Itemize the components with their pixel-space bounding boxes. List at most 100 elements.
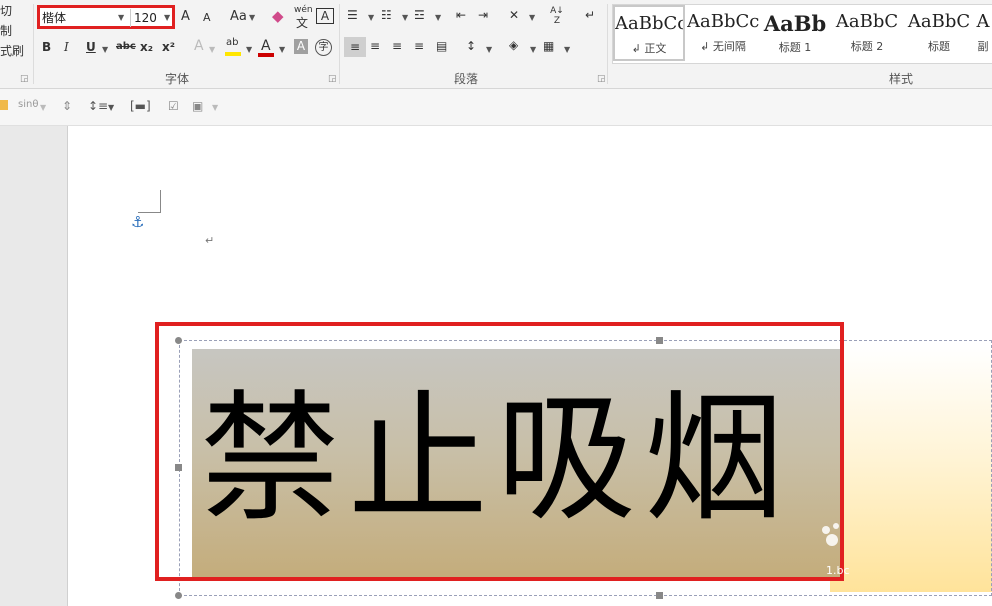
- picture-dropdown-icon[interactable]: ▼: [212, 103, 218, 112]
- line-spacing-quick-icon[interactable]: ↕≡: [88, 99, 108, 113]
- text-box-icon[interactable]: [▬]: [130, 99, 151, 113]
- resize-handle-top-left[interactable]: [175, 337, 182, 344]
- font-hint-label[interactable]: sinθ: [18, 99, 38, 110]
- phonetic-guide-icon: 文: [296, 16, 309, 30]
- underline-dropdown-icon[interactable]: ▼: [102, 45, 108, 54]
- character-border-button[interactable]: A: [316, 8, 334, 24]
- font-launcher-icon[interactable]: ◲: [328, 74, 337, 84]
- style-sample: AaBbC: [835, 11, 899, 32]
- watermark-text: 1.bc: [826, 564, 850, 577]
- font-color-dropdown-icon[interactable]: ▼: [279, 45, 285, 54]
- increase-indent-icon[interactable]: ⇥: [478, 8, 488, 22]
- multilevel-list-dropdown-icon[interactable]: ▼: [435, 13, 441, 22]
- style-sample: AaBbC: [907, 11, 971, 32]
- ribbon: 切 制 式刷 ◲ 楷体 ▼ 120 ▼ A A Aa ▼ ◆ wén 文 A B…: [0, 0, 992, 89]
- style-normal[interactable]: AaBbCcI ↲ 正文: [613, 5, 685, 61]
- font-group-label: 字体: [165, 72, 190, 86]
- chinese-layout-dropdown-icon[interactable]: ▼: [529, 13, 535, 22]
- font-color-bar: [258, 53, 274, 57]
- clear-formatting-icon[interactable]: ◆: [272, 7, 284, 25]
- underline-button[interactable]: U: [86, 40, 96, 54]
- multilevel-list-icon[interactable]: ☲: [414, 8, 425, 22]
- resize-handle-bottom-left[interactable]: [175, 592, 182, 599]
- italic-button[interactable]: I: [64, 40, 69, 54]
- shrink-font-button[interactable]: A: [203, 11, 211, 24]
- change-case-button[interactable]: Aa: [230, 9, 247, 24]
- paragraph-mark: ↵: [205, 234, 215, 247]
- red-highlight-box: [155, 322, 844, 581]
- margin-corner-mark: [138, 190, 161, 213]
- bullets-dropdown-icon[interactable]: ▼: [368, 13, 374, 22]
- numbering-icon[interactable]: ☷: [381, 8, 392, 22]
- strikethrough-button[interactable]: abc: [116, 41, 136, 52]
- line-spacing-dropdown-icon[interactable]: ▼: [486, 45, 492, 54]
- style-heading-1[interactable]: AaBb 标题 1: [759, 5, 831, 61]
- bullets-icon[interactable]: ☰: [347, 8, 358, 22]
- style-name: ↲ 无间隔: [700, 40, 746, 53]
- change-case-dropdown-icon[interactable]: ▼: [249, 13, 255, 22]
- chinese-layout-icon[interactable]: ✕: [509, 8, 519, 22]
- highlight-dropdown-icon[interactable]: ▼: [246, 45, 252, 54]
- resize-handle-top[interactable]: [656, 337, 663, 344]
- style-sample: AaBb: [763, 11, 827, 36]
- align-center-icon[interactable]: ≡: [370, 39, 380, 53]
- decrease-indent-icon[interactable]: ⇤: [456, 8, 466, 22]
- format-painter-button[interactable]: 式刷: [0, 40, 24, 62]
- justify-icon[interactable]: ≡: [414, 39, 424, 53]
- font-selector-highlight: 楷体 ▼ 120 ▼: [37, 5, 175, 29]
- style-subtitle[interactable]: A 副: [973, 5, 992, 61]
- shading-dropdown-icon[interactable]: ▼: [530, 45, 536, 54]
- text-effects-button[interactable]: A: [194, 38, 204, 54]
- highlight-color-bar: [225, 52, 241, 56]
- font-size-dropdown-icon[interactable]: ▼: [164, 13, 170, 22]
- copy-button[interactable]: 制: [0, 20, 12, 42]
- clipboard-launcher-icon[interactable]: ◲: [20, 74, 29, 84]
- paragraph-launcher-icon[interactable]: ◲: [597, 74, 606, 84]
- text-effects-dropdown-icon[interactable]: ▼: [209, 45, 215, 54]
- style-sample: AaBbCcI: [687, 11, 759, 32]
- highlight-button[interactable]: ab: [226, 37, 238, 48]
- checkbox-icon[interactable]: ☑: [168, 99, 179, 113]
- borders-dropdown-icon[interactable]: ▼: [564, 45, 570, 54]
- character-shading-button[interactable]: A: [294, 39, 308, 54]
- numbering-dropdown-icon[interactable]: ▼: [402, 13, 408, 22]
- divider: [33, 4, 34, 84]
- style-sample: A: [976, 11, 990, 32]
- resize-handle-left[interactable]: [175, 464, 182, 471]
- sort-button[interactable]: A↓Z: [549, 6, 565, 26]
- style-heading-2[interactable]: AaBbC 标题 2: [831, 5, 903, 61]
- paragraph-spacing-icon[interactable]: ⇕: [62, 99, 72, 113]
- align-left-icon[interactable]: ≡: [344, 37, 366, 57]
- enclose-characters-button[interactable]: 字: [315, 39, 332, 56]
- line-spacing-quick-dropdown-icon[interactable]: ▼: [108, 103, 114, 112]
- line-spacing-icon[interactable]: ↕: [466, 39, 476, 53]
- anchor-icon[interactable]: ⚓: [131, 213, 144, 231]
- folder-icon[interactable]: [0, 100, 8, 110]
- font-name-input[interactable]: 楷体: [42, 9, 126, 27]
- resize-handle-bottom[interactable]: [656, 592, 663, 599]
- styles-gallery: AaBbCcI ↲ 正文 AaBbCcI ↲ 无间隔 AaBb 标题 1 AaB…: [612, 4, 992, 64]
- font-name-dropdown-icon[interactable]: ▼: [118, 13, 124, 22]
- style-sample: AaBbCcI: [615, 13, 683, 34]
- grow-font-button[interactable]: A: [181, 9, 190, 24]
- picture-icon[interactable]: ▣: [192, 99, 203, 113]
- style-name: 标题: [928, 40, 950, 53]
- paragraph-group-label: 段落: [454, 72, 479, 86]
- font-color-button[interactable]: A: [261, 38, 271, 54]
- bold-button[interactable]: B: [42, 40, 51, 54]
- style-name: 标题 2: [850, 40, 884, 53]
- shading-icon[interactable]: ◈: [509, 38, 518, 52]
- style-name: 副: [977, 40, 989, 53]
- cut-button[interactable]: 切: [0, 0, 12, 22]
- show-marks-icon[interactable]: ↵: [585, 8, 595, 22]
- superscript-button[interactable]: x²: [162, 40, 175, 54]
- style-no-spacing[interactable]: AaBbCcI ↲ 无间隔: [687, 5, 759, 61]
- subscript-button[interactable]: x₂: [140, 40, 153, 54]
- distributed-icon[interactable]: ▤: [436, 39, 447, 53]
- style-title[interactable]: AaBbC 标题: [903, 5, 975, 61]
- align-right-icon[interactable]: ≡: [392, 39, 402, 53]
- borders-icon[interactable]: ▦: [543, 39, 554, 53]
- font-hint-dropdown-icon[interactable]: ▼: [40, 103, 46, 112]
- divider: [607, 4, 608, 84]
- styles-group-label: 样式: [889, 72, 914, 86]
